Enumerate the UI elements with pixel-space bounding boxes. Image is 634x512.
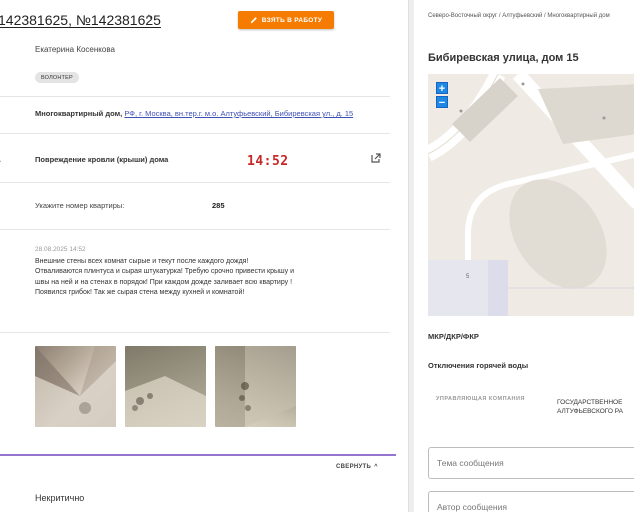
author-name: Екатерина Косенкова: [35, 45, 115, 54]
divider: [0, 182, 390, 183]
subject-input[interactable]: [429, 448, 634, 478]
org-value-line: ГОСУДАРСТВЕННОЕ: [557, 399, 623, 406]
problem-category: Повреждение кровли (крыши) дома: [35, 155, 169, 164]
message-date: 28.08.2025 14:52: [35, 246, 86, 253]
clock-overlay: 14:52: [247, 154, 289, 169]
collapse-button[interactable]: СВЕРНУТЬ ^: [336, 464, 378, 470]
author-role-badge: ВОЛОНТЕР: [35, 72, 79, 83]
bullet-icon: •: [0, 157, 1, 166]
attachment-photo[interactable]: [125, 346, 206, 427]
divider: [0, 96, 390, 97]
open-in-new-icon[interactable]: [370, 152, 382, 164]
divider: [0, 229, 390, 230]
subject-field[interactable]: [428, 447, 634, 479]
message-text: Внешние стены всех комнат сырые и текут …: [35, 258, 294, 296]
address-line: Многоквартирный дом, РФ, г. Москва, вн.т…: [35, 109, 353, 118]
breadcrumb: Северо-Восточный округ / Алтуфьевский / …: [428, 13, 610, 19]
zoom-out-button[interactable]: −: [436, 96, 448, 109]
org-label: УПРАВЛЯЮЩАЯ КОМПАНИЯ: [436, 396, 525, 402]
apartment-value: 285: [212, 201, 225, 210]
org-value: ГОСУДАРСТВЕННОЕ АЛТУФЬЕВСКОГО РА: [557, 398, 634, 416]
take-in-work-label: ВЗЯТЬ В РАБОТУ: [261, 16, 323, 24]
map-zoom-controls: + −: [436, 82, 452, 110]
attachment-photo[interactable]: [215, 346, 296, 427]
map-view[interactable]: 5: [428, 74, 634, 316]
apartment-label: Укажите номер квартиры:: [35, 201, 125, 210]
program-kind: МКР/ДКР/ФКР: [428, 332, 479, 341]
divider: [0, 332, 390, 333]
author-input[interactable]: [429, 492, 634, 512]
org-value-line: АЛТУФЬЕВСКОГО РА: [557, 408, 624, 415]
building-type: Многоквартирный дом,: [35, 109, 123, 118]
pencil-icon: [250, 17, 257, 24]
chevron-up-icon: ^: [374, 464, 378, 470]
hot-water-outage: Отключения горячей воды: [428, 361, 529, 370]
zoom-in-button[interactable]: +: [436, 82, 448, 95]
place-title: Бибиревская улица, дом 15: [428, 52, 579, 64]
address-link[interactable]: РФ, г. Москва, вн.тер.г. м.о. Алтуфьевск…: [124, 109, 353, 118]
chevron-up-icon[interactable]: ^: [146, 12, 152, 26]
take-in-work-button[interactable]: ВЗЯТЬ В РАБОТУ: [238, 11, 334, 29]
author-field[interactable]: [428, 491, 634, 512]
collapse-label: СВЕРНУТЬ: [336, 464, 372, 470]
attachment-photo[interactable]: [35, 346, 116, 427]
object-info-panel: Северо-Восточный округ / Алтуфьевский / …: [414, 0, 634, 512]
divider: [0, 133, 390, 134]
request-title[interactable]: 142381625, №142381625: [0, 12, 161, 28]
section-divider: [0, 454, 396, 456]
request-details-panel: 142381625, №142381625 ^ ВЗЯТЬ В РАБОТУ Е…: [0, 0, 408, 512]
severity-value: Некритично: [35, 493, 85, 503]
